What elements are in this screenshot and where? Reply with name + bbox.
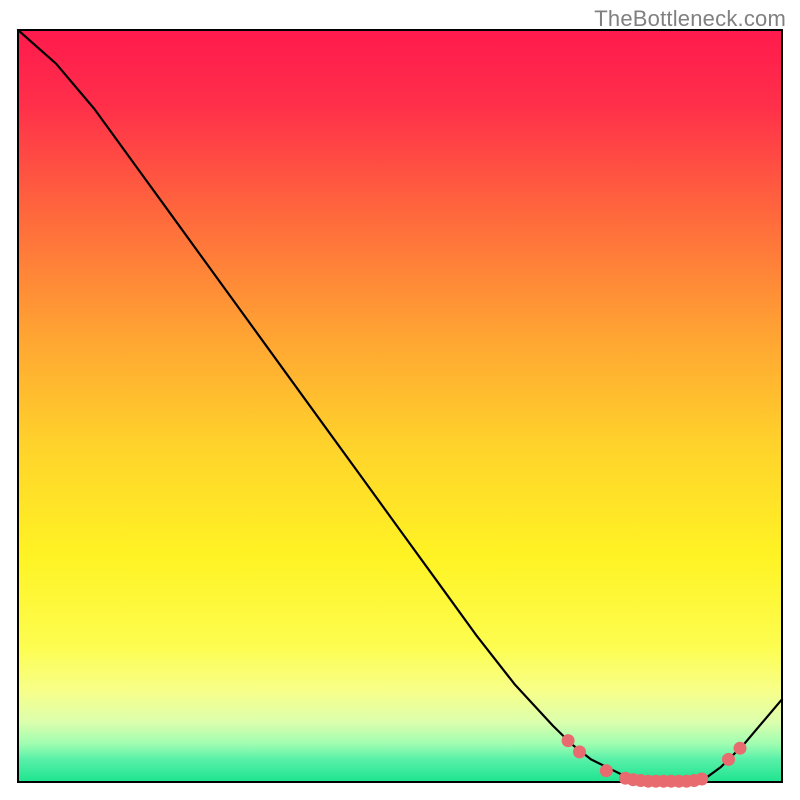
highlight-dot xyxy=(695,773,708,786)
highlight-dot xyxy=(562,734,575,747)
chart-background xyxy=(18,30,782,782)
highlight-dot xyxy=(573,745,586,758)
highlight-dot xyxy=(600,764,613,777)
highlight-dot xyxy=(722,753,735,766)
highlight-dot xyxy=(734,742,747,755)
chart-container: TheBottleneck.com xyxy=(0,0,800,800)
bottleneck-chart xyxy=(0,0,800,800)
